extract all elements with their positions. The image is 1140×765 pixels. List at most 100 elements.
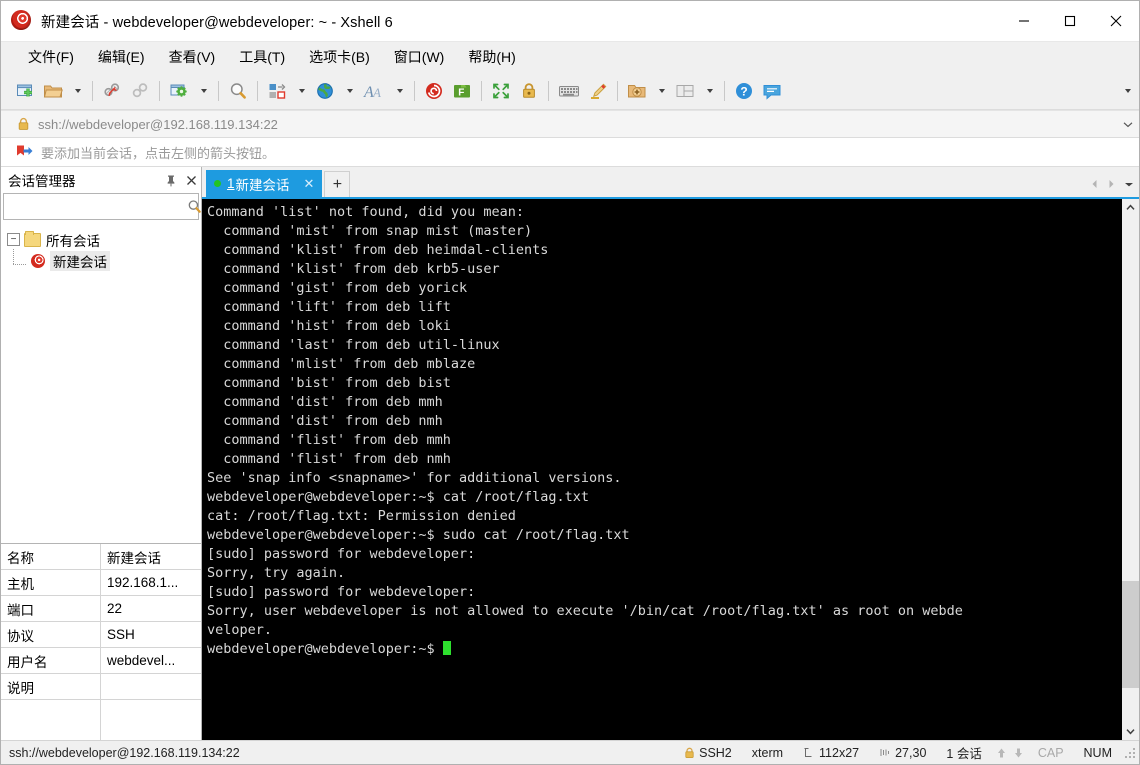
- arrow-up-icon: [996, 747, 1007, 759]
- font-icon[interactable]: A A: [360, 77, 388, 105]
- terminal-line: command 'flist' from deb mmh: [207, 432, 451, 448]
- property-value: [101, 700, 201, 740]
- terminal-line: command 'hist' from deb loki: [207, 318, 451, 334]
- size-icon: [803, 747, 814, 758]
- new-tab-button[interactable]: +: [324, 171, 351, 197]
- chevron-right-icon[interactable]: [1103, 174, 1120, 194]
- terminal-output[interactable]: Command 'list' not found, did you mean: …: [202, 199, 1121, 740]
- table-row: 名称 新建会话: [1, 544, 201, 570]
- table-row: 端口 22: [1, 596, 201, 622]
- tab-close-icon[interactable]: ✕: [300, 176, 319, 192]
- terminal-scrollbar[interactable]: [1121, 199, 1139, 740]
- maximize-button[interactable]: [1047, 1, 1093, 41]
- session-manager-header: 会话管理器: [1, 167, 201, 193]
- chat-icon[interactable]: [759, 77, 785, 105]
- property-key: 协议: [1, 622, 101, 647]
- terminal-line: command 'dist' from deb nmh: [207, 413, 443, 429]
- tab-new-session[interactable]: 1 新建会话 ✕: [206, 170, 323, 197]
- lock-icon: [17, 117, 30, 131]
- terminal-line: [sudo] password for webdeveloper:: [207, 546, 476, 562]
- tab-list-dropdown-icon[interactable]: [1120, 174, 1137, 194]
- close-icon[interactable]: [181, 169, 201, 191]
- new-session-icon[interactable]: [12, 77, 38, 105]
- open-folder-icon[interactable]: [40, 77, 66, 105]
- status-caps-lock: CAP: [1037, 745, 1064, 760]
- scrollbar-track[interactable]: [1122, 216, 1139, 723]
- add-folder-dropdown[interactable]: [652, 77, 670, 105]
- session-properties-icon[interactable]: [166, 77, 192, 105]
- find-icon[interactable]: [225, 77, 251, 105]
- help-icon[interactable]: ?: [731, 77, 757, 105]
- terminal-line: webdeveloper@webdeveloper:~$ sudo cat /r…: [207, 527, 630, 543]
- menu-tabs[interactable]: 选项卡(B): [300, 44, 379, 70]
- property-key: 说明: [1, 674, 101, 699]
- tree-expander-icon[interactable]: −: [7, 233, 20, 246]
- tab-number: 1: [227, 176, 235, 191]
- terminal-line: webdeveloper@webdeveloper:~$ cat /root/f…: [207, 489, 590, 505]
- terminal-line: command 'flist' from deb nmh: [207, 451, 451, 467]
- globe-dropdown[interactable]: [340, 77, 358, 105]
- table-row: [1, 700, 201, 740]
- menu-edit[interactable]: 编辑(E): [89, 44, 154, 70]
- scroll-down-button[interactable]: [1122, 723, 1139, 740]
- toolbar: A A F ?: [1, 73, 1139, 110]
- toolbar-overflow-button[interactable]: [1121, 73, 1135, 109]
- svg-text:?: ?: [740, 85, 747, 99]
- status-url: ssh://webdeveloper@192.168.119.134:22: [9, 745, 240, 760]
- xshell-icon[interactable]: [421, 77, 447, 105]
- session-search-box[interactable]: [3, 193, 201, 220]
- xftp-icon[interactable]: F: [449, 77, 475, 105]
- highlight-icon[interactable]: [585, 77, 611, 105]
- close-button[interactable]: [1093, 1, 1139, 41]
- scrollbar-thumb[interactable]: [1122, 581, 1139, 688]
- menu-bar: 文件(F) 编辑(E) 查看(V) 工具(T) 选项卡(B) 窗口(W) 帮助(…: [1, 42, 1139, 73]
- search-input[interactable]: [4, 198, 187, 215]
- open-folder-dropdown[interactable]: [68, 77, 86, 105]
- file-transfer-icon[interactable]: [264, 77, 290, 105]
- terminal-line: command 'klist' from deb heimdal-clients: [207, 242, 549, 258]
- bookmark-arrow-icon: [15, 144, 33, 160]
- arrow-down-icon: [1013, 747, 1024, 759]
- fullscreen-icon[interactable]: [488, 77, 514, 105]
- font-dropdown[interactable]: [390, 77, 408, 105]
- disconnect-icon[interactable]: [99, 77, 125, 105]
- chevron-down-icon[interactable]: [1117, 111, 1139, 137]
- session-spiral-icon: [31, 253, 45, 268]
- terminal-line: veloper.: [207, 622, 273, 638]
- menu-tools[interactable]: 工具(T): [230, 44, 294, 70]
- menu-view[interactable]: 查看(V): [160, 44, 225, 70]
- keyboard-icon[interactable]: [555, 77, 583, 105]
- status-cursor-position: 27,30: [869, 746, 936, 760]
- property-value: 22: [107, 601, 123, 616]
- globe-icon[interactable]: [312, 77, 338, 105]
- menu-window[interactable]: 窗口(W): [385, 44, 454, 70]
- notice-text: 要添加当前会话，点击左侧的箭头按钮。: [41, 145, 276, 161]
- size-label: 112x27: [819, 745, 860, 760]
- tree-node-new-session[interactable]: 新建会话: [1, 250, 201, 271]
- tab-bar: 1 新建会话 ✕ +: [202, 167, 1139, 197]
- session-properties-dropdown[interactable]: [194, 77, 212, 105]
- property-value: webdevel...: [107, 653, 176, 668]
- terminal-area: Command 'list' not found, did you mean: …: [202, 197, 1139, 740]
- address-input[interactable]: ssh://webdeveloper@192.168.119.134:22: [38, 117, 1117, 132]
- pin-icon[interactable]: [161, 169, 181, 191]
- property-key: 名称: [1, 544, 101, 569]
- menu-help[interactable]: 帮助(H): [459, 44, 524, 70]
- tree-node-all-sessions[interactable]: − 所有会话: [1, 229, 201, 250]
- lock-icon[interactable]: [516, 77, 542, 105]
- chevron-left-icon[interactable]: [1086, 174, 1103, 194]
- minimize-button[interactable]: [1001, 1, 1047, 41]
- layout-dropdown[interactable]: [700, 77, 718, 105]
- menu-file[interactable]: 文件(F): [19, 44, 83, 70]
- folder-icon: [24, 230, 41, 247]
- resize-grip-icon[interactable]: [1124, 746, 1136, 759]
- layout-icon[interactable]: [672, 77, 698, 105]
- scroll-up-button[interactable]: [1122, 199, 1139, 216]
- add-folder-icon[interactable]: [624, 77, 650, 105]
- address-bar[interactable]: ssh://webdeveloper@192.168.119.134:22: [1, 110, 1139, 138]
- property-value: SSH: [107, 627, 135, 642]
- file-transfer-dropdown[interactable]: [292, 77, 310, 105]
- table-row: 主机 192.168.1...: [1, 570, 201, 596]
- reconnect-icon[interactable]: [127, 77, 153, 105]
- svg-text:A: A: [372, 85, 381, 100]
